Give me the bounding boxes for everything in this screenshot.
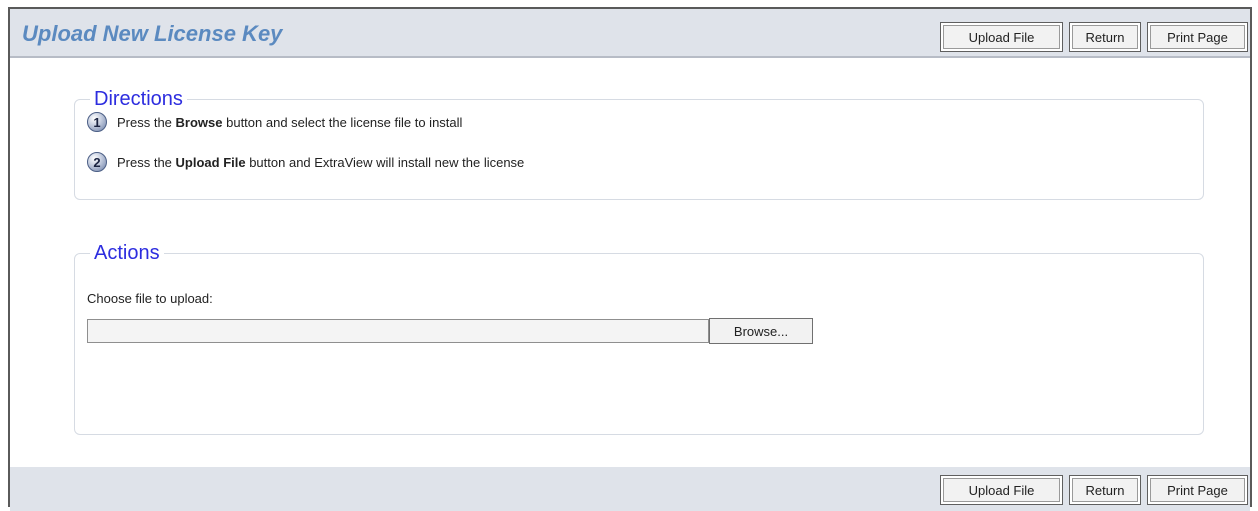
page-title: Upload New License Key xyxy=(22,21,283,46)
step-text-pre: Press the xyxy=(117,154,176,170)
actions-legend: Actions xyxy=(94,242,160,264)
direction-step-text: Press the Upload File button and ExtraVi… xyxy=(117,155,524,170)
step-text-post: button and select the license file to in… xyxy=(222,114,463,130)
file-upload-row: Browse... xyxy=(87,318,1191,344)
browse-button[interactable]: Browse... xyxy=(709,318,813,344)
directions-section: Directions 1 Press the Browse button and… xyxy=(74,88,1204,200)
footer-button-group: Upload File Return Print Page xyxy=(940,475,1248,505)
direction-step: 1 Press the Browse button and select the… xyxy=(87,109,1191,135)
footer-return-button[interactable]: Return xyxy=(1069,475,1141,505)
step-text-pre: Press the xyxy=(117,114,176,130)
actions-section: Actions Choose file to upload: Browse... xyxy=(74,242,1204,435)
step-number-1-icon: 1 xyxy=(87,112,107,132)
header-bar: Upload New License Key Upload File Retur… xyxy=(10,9,1250,58)
direction-step: 2 Press the Upload File button and Extra… xyxy=(87,149,1191,175)
footer-upload-file-button[interactable]: Upload File xyxy=(940,475,1063,505)
page-frame: Upload New License Key Upload File Retur… xyxy=(8,7,1252,511)
step-number-2-icon: 2 xyxy=(87,152,107,172)
upload-file-button[interactable]: Upload File xyxy=(940,22,1063,52)
step-text-bold: Browse xyxy=(175,114,223,130)
header-button-group: Upload File Return Print Page xyxy=(940,22,1248,52)
return-button[interactable]: Return xyxy=(1069,22,1141,52)
step-text-bold: Upload File xyxy=(175,154,246,170)
directions-legend: Directions xyxy=(94,88,183,110)
print-page-button[interactable]: Print Page xyxy=(1147,22,1248,52)
footer-print-page-button[interactable]: Print Page xyxy=(1147,475,1248,505)
file-path-field[interactable] xyxy=(87,319,709,343)
choose-file-label: Choose file to upload: xyxy=(87,291,213,306)
footer-bar: Upload File Return Print Page xyxy=(10,467,1250,511)
direction-step-text: Press the Browse button and select the l… xyxy=(117,115,462,130)
step-text-post: button and ExtraView will install new th… xyxy=(245,154,525,170)
